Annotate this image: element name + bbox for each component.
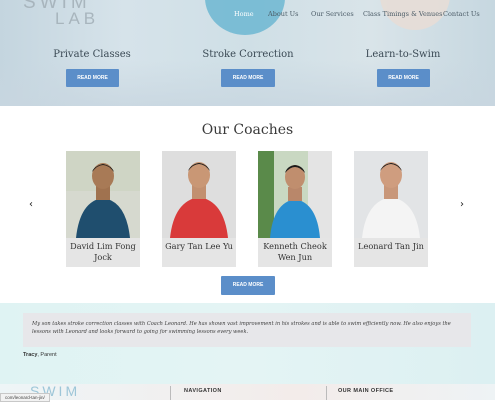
coach-photo-leonard <box>354 151 428 238</box>
footer-divider <box>326 386 327 400</box>
nav-our-services[interactable]: Our Services <box>311 10 354 18</box>
service-title-learn-to-swim: Learn-to-Swim <box>365 49 441 60</box>
nav-class-timings-venues[interactable]: Class Timings & Venues <box>363 10 442 18</box>
status-bar-url: com/leonard-tan-jin/ <box>0 393 50 402</box>
service-title-stroke-correction: Stroke Correction <box>202 49 294 60</box>
site-logo[interactable]: SWIM LAB <box>23 0 99 27</box>
testimonial-quote: My son takes stroke correction classes w… <box>32 321 451 335</box>
carousel-next-arrow[interactable]: › <box>460 199 464 210</box>
testimonial-quote-box: My son takes stroke correction classes w… <box>23 313 471 347</box>
testimonial-author: Tracy, Parent <box>23 352 57 358</box>
service-title-private-classes: Private Classes <box>53 49 131 60</box>
coach-photo-gary <box>162 151 236 238</box>
author-name: Tracy <box>23 352 38 358</box>
footer-office-heading: OUR MAIN OFFICE <box>338 388 394 394</box>
author-role: , Parent <box>37 352 57 358</box>
coach-photo-david <box>66 151 140 238</box>
carousel-prev-arrow[interactable]: ‹ <box>29 199 33 210</box>
coach-name: Kenneth Cheok Wen Jun <box>263 241 327 262</box>
nav-about-us[interactable]: About Us <box>268 10 298 18</box>
nav-home[interactable]: Home <box>234 10 254 18</box>
coach-card-david[interactable]: David Lim Fong Jock <box>66 151 140 267</box>
chevron-left-icon: ‹ <box>29 199 33 210</box>
coach-name: Leonard Tan Jin <box>358 241 424 251</box>
coach-name: Gary Tan Lee Yu <box>165 241 233 251</box>
read-more-private-classes-button[interactable]: READ MORE <box>66 69 119 87</box>
read-more-stroke-correction-button[interactable]: READ MORE <box>221 69 275 87</box>
coach-photo-kenneth <box>258 151 332 238</box>
chevron-right-icon: › <box>460 199 464 210</box>
read-more-learn-to-swim-button[interactable]: READ MORE <box>377 69 430 87</box>
coach-card-gary[interactable]: Gary Tan Lee Yu <box>162 151 236 267</box>
nav-contact-us[interactable]: Contact Us <box>443 10 480 18</box>
coaches-section-title: Our Coaches <box>201 122 294 138</box>
coach-card-kenneth[interactable]: Kenneth Cheok Wen Jun <box>258 151 332 267</box>
coach-name: David Lim Fong Jock <box>70 241 136 262</box>
footer-divider <box>170 386 171 400</box>
logo-line-2: LAB <box>55 9 100 28</box>
footer-navigation-heading: NAVIGATION <box>184 388 222 394</box>
read-more-coaches-button[interactable]: READ MORE <box>221 276 275 295</box>
coach-card-leonard[interactable]: Leonard Tan Jin <box>354 151 428 267</box>
